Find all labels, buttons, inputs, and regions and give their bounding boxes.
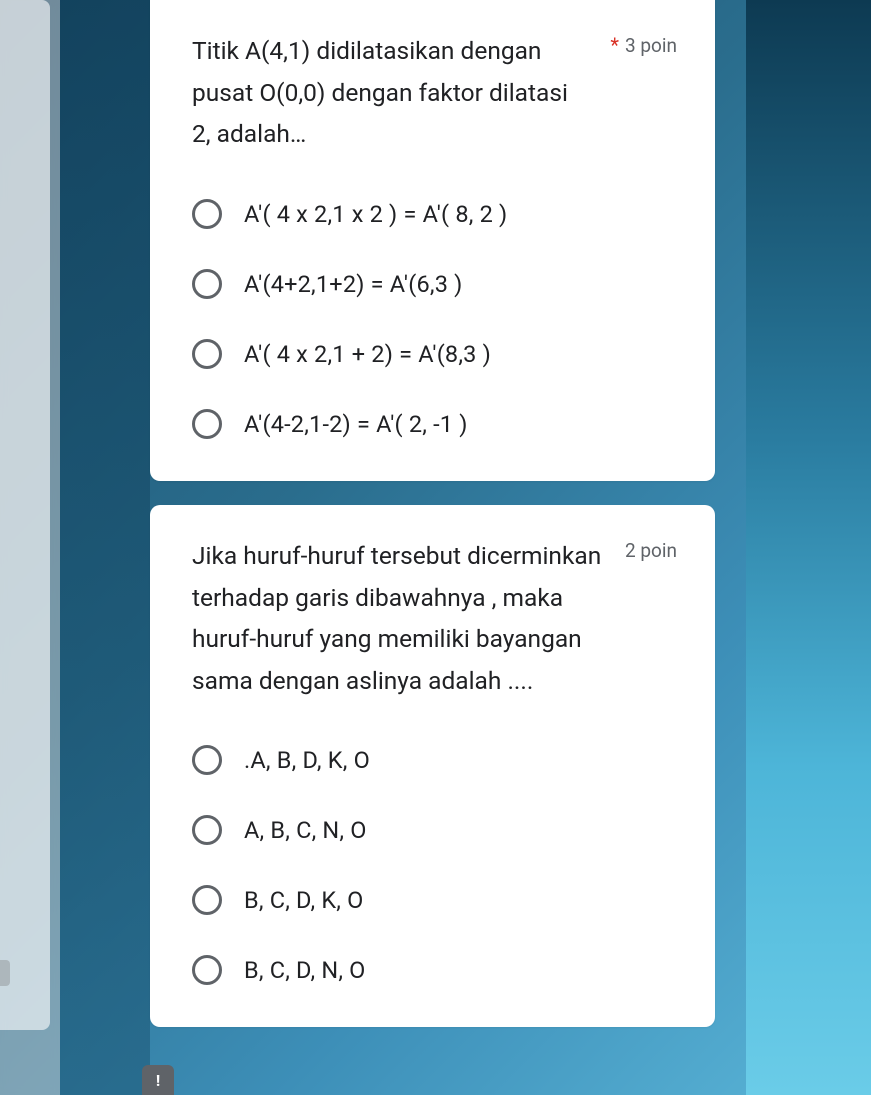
points-block: * 3 poin (610, 34, 677, 57)
ghost-card-left (0, 0, 50, 1030)
required-star: * (610, 35, 619, 55)
question-header: Titik A(4,1) didilatasikan dengan pusat … (192, 30, 677, 155)
option-row[interactable]: A'( 4 x 2,1 x 2 ) = A'( 8, 2 ) (192, 199, 677, 229)
option-label: A'(4+2,1+2) = A'(6,3 ) (244, 270, 463, 298)
question-header: Jika huruf-huruf tersebut dicerminkan te… (192, 535, 677, 702)
radio-icon (192, 815, 222, 845)
options-group: .A, B, D, K, O A, B, C, N, O B, C, D, K,… (192, 745, 677, 985)
radio-icon (192, 339, 222, 369)
option-label: .A, B, D, K, O (244, 746, 370, 774)
background-stripe-left (60, 0, 150, 1095)
points-block: 2 poin (625, 539, 677, 562)
option-row[interactable]: .A, B, D, K, O (192, 745, 677, 775)
radio-icon (192, 269, 222, 299)
option-row[interactable]: A'(4+2,1+2) = A'(6,3 ) (192, 269, 677, 299)
option-label: A, B, C, N, O (244, 816, 367, 844)
option-row[interactable]: A, B, C, N, O (192, 815, 677, 845)
radio-icon (192, 199, 222, 229)
option-row[interactable]: A'( 4 x 2,1 + 2) = A'(8,3 ) (192, 339, 677, 369)
options-group: A'( 4 x 2,1 x 2 ) = A'( 8, 2 ) A'(4+2,1+… (192, 199, 677, 439)
option-label: B, C, D, N, O (244, 956, 366, 984)
option-label: A'( 4 x 2,1 + 2) = A'(8,3 ) (244, 340, 491, 368)
points-text: 2 poin (625, 539, 677, 562)
option-row[interactable]: B, C, D, N, O (192, 955, 677, 985)
question-card: Jika huruf-huruf tersebut dicerminkan te… (150, 505, 715, 1028)
radio-icon (192, 885, 222, 915)
radio-icon (192, 955, 222, 985)
option-label: A'( 4 x 2,1 x 2 ) = A'( 8, 2 ) (244, 200, 507, 228)
background-stripe-right (746, 0, 871, 1095)
option-row[interactable]: B, C, D, K, O (192, 885, 677, 915)
option-label: A'(4-2,1-2) = A'( 2, -1 ) (244, 410, 468, 438)
option-row[interactable]: A'(4-2,1-2) = A'( 2, -1 ) (192, 409, 677, 439)
radio-icon (192, 409, 222, 439)
ghost-handle (0, 960, 10, 986)
question-card: Titik A(4,1) didilatasikan dengan pusat … (150, 0, 715, 481)
question-text: Jika huruf-huruf tersebut dicerminkan te… (192, 535, 605, 702)
option-label: B, C, D, K, O (244, 886, 364, 914)
question-text: Titik A(4,1) didilatasikan dengan pusat … (192, 30, 590, 155)
report-icon: ! (156, 1071, 160, 1090)
points-text: 3 poin (625, 34, 677, 57)
report-button[interactable]: ! (142, 1065, 174, 1095)
form-container: Titik A(4,1) didilatasikan dengan pusat … (150, 0, 715, 1051)
radio-icon (192, 745, 222, 775)
